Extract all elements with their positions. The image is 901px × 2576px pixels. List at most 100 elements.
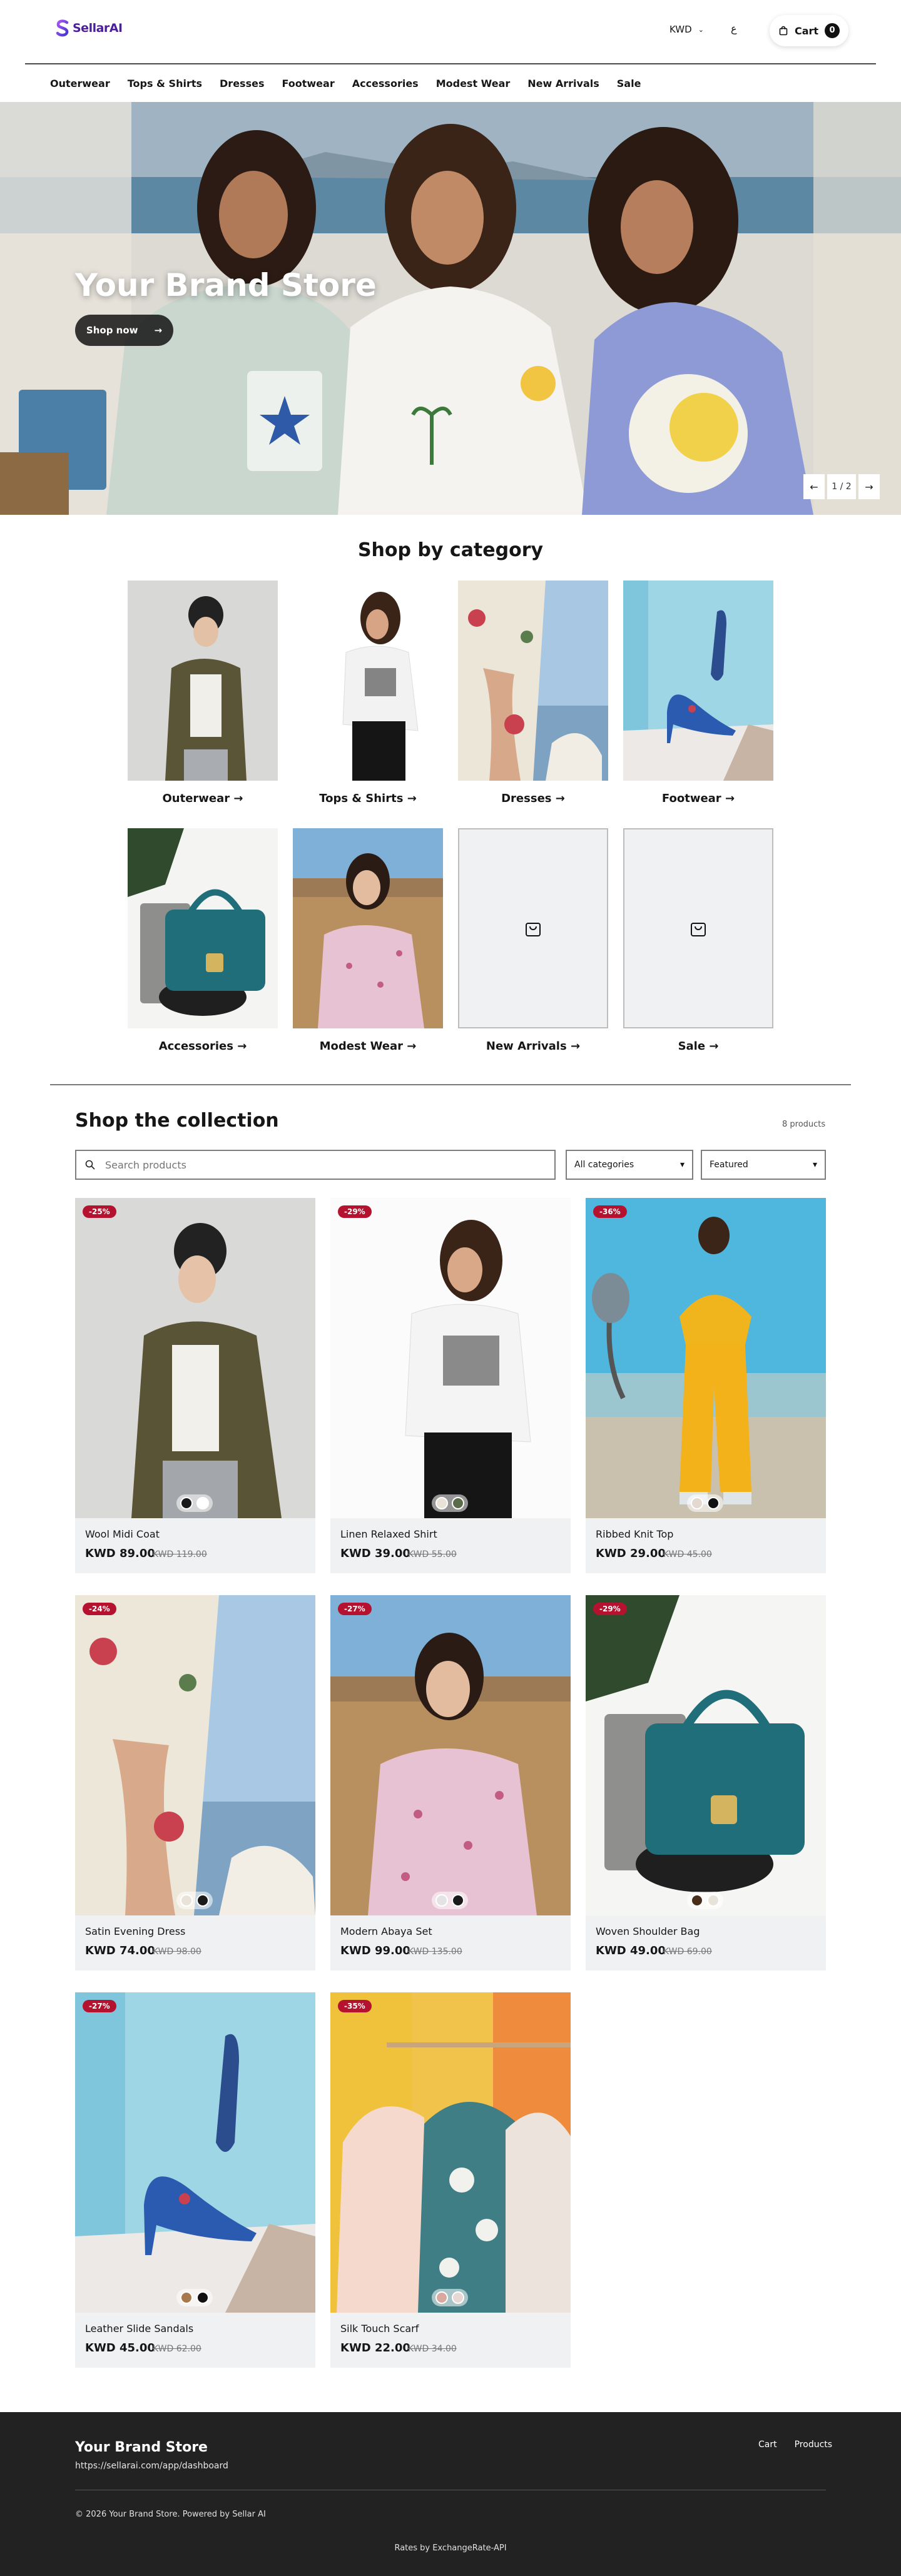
footer-rates-credit[interactable]: Rates by ExchangeRate-API — [0, 2543, 901, 2553]
product-card[interactable]: -36% Ribbed Knit Top KWD 29.00 KWD 45.00 — [586, 1198, 826, 1573]
category-card-dresses[interactable]: Dresses → — [458, 581, 608, 805]
product-card[interactable]: -25% Wool Midi Coat KWD 89.00 KWD 119.00 — [75, 1198, 315, 1573]
arrow-right-icon: → — [154, 325, 163, 336]
color-swatch[interactable] — [707, 1497, 720, 1509]
language-toggle[interactable]: ع — [731, 23, 737, 34]
product-price: KWD 29.00 — [596, 1547, 666, 1560]
nav-item-outerwear[interactable]: Outerwear — [50, 78, 110, 89]
shop-now-button[interactable]: Shop now → — [75, 315, 173, 346]
chevron-down-icon: ▾ — [680, 1160, 685, 1170]
color-swatch[interactable] — [435, 2291, 448, 2304]
currency-selector[interactable]: KWD ⌄ — [669, 24, 704, 35]
category-card-footwear[interactable]: Footwear → — [623, 581, 773, 805]
category-label: Footwear → — [661, 792, 735, 805]
product-card[interactable]: -24% Satin Evening Dress KWD 74.00 KWD 9… — [75, 1595, 315, 1970]
category-select[interactable]: All categories ▾ — [566, 1150, 693, 1180]
category-label: Dresses → — [501, 792, 565, 805]
product-image: -35% — [330, 1992, 571, 2313]
category-select-value: All categories — [574, 1160, 634, 1170]
product-old-price: KWD 98.00 — [153, 1947, 201, 1957]
nav-item-tops-shirts[interactable]: Tops & Shirts — [128, 78, 202, 89]
color-swatch[interactable] — [196, 1497, 209, 1509]
cart-button[interactable]: Cart 0 — [770, 15, 848, 46]
product-card[interactable]: -27% Modern Abaya Set KWD 99.00 KWD 135.… — [330, 1595, 571, 1970]
arrow-right-icon: → — [709, 1040, 719, 1053]
color-swatch[interactable] — [196, 2291, 209, 2304]
color-swatch[interactable] — [452, 1497, 464, 1509]
product-price: KWD 74.00 — [85, 1944, 155, 1957]
color-swatch[interactable] — [452, 1894, 464, 1907]
product-image: -29% — [586, 1595, 826, 1915]
logo-text: SellarAI — [73, 21, 123, 35]
category-label: New Arrivals → — [486, 1040, 581, 1053]
arrow-right-icon: → — [407, 792, 417, 805]
color-swatch[interactable] — [180, 2291, 193, 2304]
category-card-accessories[interactable]: Accessories → — [128, 828, 278, 1053]
category-image — [293, 581, 443, 781]
product-name: Wool Midi Coat — [85, 1528, 160, 1540]
footer-copyright: © 2026 Your Brand Store. Powered by Sell… — [75, 2510, 266, 2519]
discount-badge: -29% — [593, 1603, 627, 1615]
color-swatch[interactable] — [180, 1894, 193, 1907]
nav-item-modest-wear[interactable]: Modest Wear — [436, 78, 511, 89]
collection-title: Shop the collection — [75, 1110, 279, 1132]
product-image: -36% — [586, 1198, 826, 1518]
product-card[interactable]: -29% Woven Shoulder Bag KWD 49.00 KWD 69… — [586, 1595, 826, 1970]
nav-item-footwear[interactable]: Footwear — [282, 78, 334, 89]
product-card[interactable]: -35% Silk Touch Scarf KWD 22.00 KWD 34.0… — [330, 1992, 571, 2368]
product-card[interactable]: -29% Linen Relaxed Shirt KWD 39.00 KWD 5… — [330, 1198, 571, 1573]
nav-item-sale[interactable]: Sale — [617, 78, 641, 89]
search-box — [75, 1150, 556, 1180]
nav-item-new-arrivals[interactable]: New Arrivals — [527, 78, 599, 89]
category-label: Sale → — [678, 1040, 719, 1053]
product-old-price: KWD 45.00 — [663, 1549, 712, 1559]
product-price: KWD 89.00 — [85, 1547, 155, 1560]
product-price: KWD 45.00 — [85, 2341, 155, 2355]
category-image — [128, 828, 278, 1028]
slide-counter: 1 / 2 — [827, 474, 856, 499]
category-image — [293, 828, 443, 1028]
prev-slide-button[interactable]: ← — [803, 474, 825, 499]
product-card[interactable]: -27% Leather Slide Sandals KWD 45.00 KWD… — [75, 1992, 315, 2368]
color-swatch[interactable] — [196, 1894, 209, 1907]
color-swatch[interactable] — [435, 1894, 448, 1907]
category-label: Tops & Shirts → — [319, 792, 417, 805]
category-card-new-arrivals[interactable]: New Arrivals → — [458, 828, 608, 1053]
footer-url[interactable]: https://sellarai.com/app/dashboard — [75, 2461, 228, 2471]
bag-icon — [779, 26, 788, 36]
arrow-right-icon: → — [555, 792, 565, 805]
hero-banner: Your Brand Store Shop now → ← 1 / 2 → — [0, 102, 901, 515]
discount-badge: -25% — [83, 1205, 116, 1218]
store-logo[interactable]: SellarAI — [55, 19, 123, 38]
category-card-modest-wear[interactable]: Modest Wear → — [293, 828, 443, 1053]
category-card-outerwear[interactable]: Outerwear → — [128, 581, 278, 805]
footer-link-products[interactable]: Products — [795, 2440, 832, 2450]
color-swatch[interactable] — [180, 1497, 193, 1509]
color-swatch[interactable] — [435, 1497, 448, 1509]
site-footer: Your Brand Store https://sellarai.com/ap… — [0, 2412, 901, 2576]
product-name: Woven Shoulder Bag — [596, 1925, 700, 1937]
color-swatch[interactable] — [452, 2291, 464, 2304]
nav-item-accessories[interactable]: Accessories — [352, 78, 419, 89]
color-swatch[interactable] — [691, 1894, 703, 1907]
cart-label: Cart — [794, 24, 819, 37]
product-image: -29% — [330, 1198, 571, 1518]
color-swatch[interactable] — [707, 1894, 720, 1907]
footer-link-cart[interactable]: Cart — [758, 2440, 777, 2450]
arrow-right-icon: → — [407, 1040, 417, 1053]
section-divider — [50, 1084, 851, 1085]
category-image — [128, 581, 278, 781]
search-input[interactable] — [105, 1159, 531, 1171]
color-swatch[interactable] — [691, 1497, 703, 1509]
discount-badge: -36% — [593, 1205, 627, 1218]
nav-item-dresses[interactable]: Dresses — [220, 78, 264, 89]
category-card-sale[interactable]: Sale → — [623, 828, 773, 1053]
sort-select[interactable]: Featured ▾ — [701, 1150, 826, 1180]
next-slide-button[interactable]: → — [858, 474, 880, 499]
product-price: KWD 49.00 — [596, 1944, 666, 1957]
product-image: -24% — [75, 1595, 315, 1915]
chevron-down-icon: ▾ — [812, 1160, 817, 1170]
product-price: KWD 39.00 — [340, 1547, 410, 1560]
bag-icon — [526, 923, 541, 936]
category-card-tops-shirts[interactable]: Tops & Shirts → — [293, 581, 443, 805]
